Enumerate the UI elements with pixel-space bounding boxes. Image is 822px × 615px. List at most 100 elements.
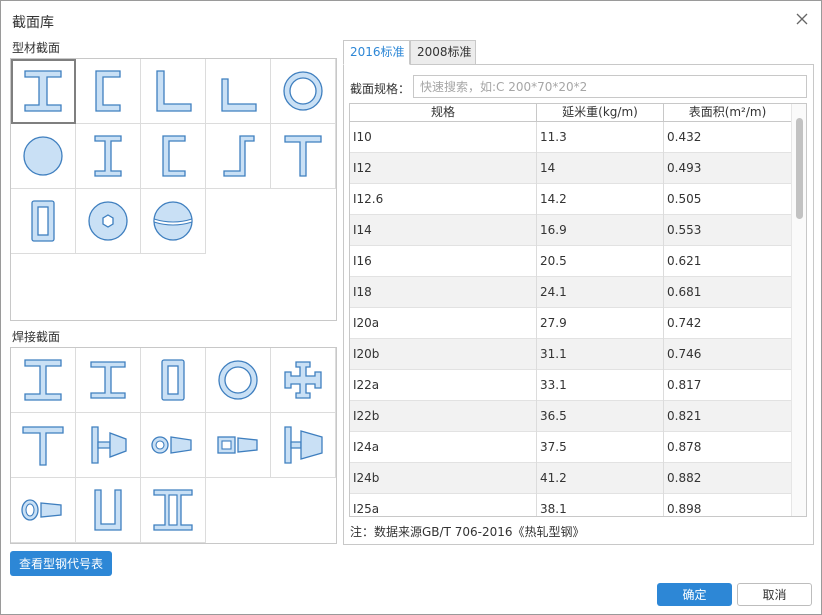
double-channel-icon bbox=[153, 489, 193, 531]
channel-icon bbox=[95, 70, 121, 112]
profile-round-bar-cell[interactable] bbox=[11, 124, 76, 189]
welded-tapered-h-cell[interactable] bbox=[271, 413, 336, 478]
tab-panel: 截面规格： 规格 延米重(kg/m) 表面积(m²/m) I1011.30.43… bbox=[343, 64, 814, 545]
table-row[interactable]: I16 20.5 0.621 bbox=[350, 246, 792, 277]
welded-tapered-box-cell[interactable] bbox=[206, 413, 271, 478]
hexagon-bar-icon bbox=[88, 201, 128, 241]
rectangular-tube-icon bbox=[31, 200, 55, 242]
cell-spec: I12.6 bbox=[350, 184, 537, 215]
table-header: 规格 延米重(kg/m) 表面积(m²/m) bbox=[350, 104, 792, 122]
cell-weight: 11.3 bbox=[537, 122, 664, 153]
table-row[interactable]: I14 16.9 0.553 bbox=[350, 215, 792, 246]
welded-welded-t-cell[interactable] bbox=[11, 413, 76, 478]
light-channel-icon bbox=[162, 135, 186, 177]
cancel-button[interactable]: 取消 bbox=[737, 583, 812, 606]
table-row[interactable]: I20b 31.1 0.746 bbox=[350, 339, 792, 370]
profile-equal-angle-cell[interactable] bbox=[141, 59, 206, 124]
cell-spec: I18 bbox=[350, 277, 537, 308]
tab-2008[interactable]: 2008标准 bbox=[410, 40, 476, 65]
table-row[interactable]: I10 11.3 0.432 bbox=[350, 122, 792, 153]
profile-z-section-cell[interactable] bbox=[206, 124, 271, 189]
split-round-icon bbox=[153, 201, 193, 241]
cell-area: 0.821 bbox=[664, 401, 792, 432]
cell-weight: 24.1 bbox=[537, 277, 664, 308]
pipe-icon bbox=[283, 71, 323, 111]
welded-u-section-cell[interactable] bbox=[76, 478, 141, 543]
cell-weight: 41.2 bbox=[537, 463, 664, 494]
welded-welded-pipe-cell[interactable] bbox=[206, 348, 271, 413]
table-row[interactable]: I25a 38.1 0.898 bbox=[350, 494, 792, 516]
table-row[interactable]: I22a 33.1 0.817 bbox=[350, 370, 792, 401]
unequal-angle-icon bbox=[221, 78, 257, 112]
profile-light-i-beam-cell[interactable] bbox=[76, 124, 141, 189]
cell-weight: 33.1 bbox=[537, 370, 664, 401]
cell-spec: I22a bbox=[350, 370, 537, 401]
profile-section-grid bbox=[10, 58, 337, 321]
table-row[interactable]: I12.6 14.2 0.505 bbox=[350, 184, 792, 215]
view-code-table-button[interactable]: 查看型钢代号表 bbox=[10, 551, 112, 576]
cell-spec: I20a bbox=[350, 308, 537, 339]
welded-welded-i-beam-cell[interactable] bbox=[11, 348, 76, 413]
ok-button[interactable]: 确定 bbox=[657, 583, 732, 606]
profile-t-section-cell[interactable] bbox=[271, 124, 336, 189]
cell-spec: I20b bbox=[350, 339, 537, 370]
welded-cross-icon bbox=[284, 361, 322, 399]
tapered-box-icon bbox=[217, 436, 258, 454]
cell-weight: 38.1 bbox=[537, 494, 664, 516]
profile-unequal-angle-cell[interactable] bbox=[206, 59, 271, 124]
cell-area: 0.681 bbox=[664, 277, 792, 308]
profile-i-beam-cell[interactable] bbox=[11, 59, 76, 124]
welded-double-channel-cell[interactable] bbox=[141, 478, 206, 543]
search-input[interactable] bbox=[413, 75, 807, 98]
cell-area: 0.505 bbox=[664, 184, 792, 215]
cell-spec: I25a bbox=[350, 494, 537, 516]
equal-angle-icon bbox=[156, 70, 192, 112]
table-row[interactable]: I20a 27.9 0.742 bbox=[350, 308, 792, 339]
scrollbar-thumb[interactable] bbox=[796, 118, 803, 219]
cell-spec: I22b bbox=[350, 401, 537, 432]
welded-welded-cross-cell[interactable] bbox=[271, 348, 336, 413]
cell-area: 0.878 bbox=[664, 432, 792, 463]
tab-2016[interactable]: 2016标准 bbox=[343, 40, 410, 65]
data-source-note: 注：数据来源GB/T 706-2016《热轧型钢》 bbox=[350, 525, 585, 539]
table-row[interactable]: I24a 37.5 0.878 bbox=[350, 432, 792, 463]
profile-section-label: 型材截面 bbox=[12, 41, 61, 55]
welded-welded-h-beam-cell[interactable] bbox=[76, 348, 141, 413]
close-icon[interactable] bbox=[793, 10, 811, 28]
table-row[interactable]: I18 24.1 0.681 bbox=[350, 277, 792, 308]
cell-area: 0.432 bbox=[664, 122, 792, 153]
welded-t-icon bbox=[22, 426, 64, 466]
i-beam-icon bbox=[24, 70, 62, 112]
table-scrollbar[interactable] bbox=[791, 104, 806, 516]
tapered-pipe-icon bbox=[151, 436, 192, 454]
cell-spec: I14 bbox=[350, 215, 537, 246]
profile-split-round-cell[interactable] bbox=[141, 189, 206, 254]
table-row[interactable]: I24b 41.2 0.882 bbox=[350, 463, 792, 494]
welded-tapered-i-cell[interactable] bbox=[76, 413, 141, 478]
round-bar-icon bbox=[23, 136, 63, 176]
search-label: 截面规格： bbox=[350, 82, 411, 96]
cell-spec: I24b bbox=[350, 463, 537, 494]
t-section-icon bbox=[284, 135, 322, 177]
light-i-beam-icon bbox=[94, 135, 122, 177]
welded-pipe-icon bbox=[218, 360, 258, 400]
welded-welded-box-cell[interactable] bbox=[141, 348, 206, 413]
cell-area: 0.493 bbox=[664, 153, 792, 184]
cell-weight: 20.5 bbox=[537, 246, 664, 277]
profile-hexagon-bar-cell[interactable] bbox=[76, 189, 141, 254]
welded-box-icon bbox=[161, 359, 185, 401]
welded-tapered-pipe-cell[interactable] bbox=[141, 413, 206, 478]
cell-weight: 36.5 bbox=[537, 401, 664, 432]
cell-area: 0.898 bbox=[664, 494, 792, 516]
cell-area: 0.882 bbox=[664, 463, 792, 494]
welded-tapered-ellipse-cell[interactable] bbox=[11, 478, 76, 543]
table-row[interactable]: I22b 36.5 0.821 bbox=[350, 401, 792, 432]
profile-pipe-cell[interactable] bbox=[271, 59, 336, 124]
profile-channel-cell[interactable] bbox=[76, 59, 141, 124]
cell-weight: 37.5 bbox=[537, 432, 664, 463]
profile-rectangular-tube-cell[interactable] bbox=[11, 189, 76, 254]
cell-spec: I16 bbox=[350, 246, 537, 277]
cell-spec: I10 bbox=[350, 122, 537, 153]
profile-light-channel-cell[interactable] bbox=[141, 124, 206, 189]
table-row[interactable]: I12 14 0.493 bbox=[350, 153, 792, 184]
